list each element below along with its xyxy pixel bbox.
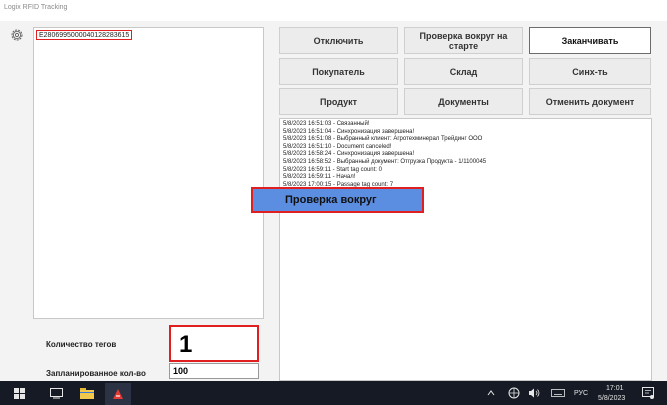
tag-list[interactable]: E2806995000040128283615 xyxy=(33,27,264,319)
planned-quantity-label: Запланированное кол-во xyxy=(46,369,146,378)
title-bar: Logix RFID Tracking xyxy=(0,0,667,21)
notification-icon[interactable] xyxy=(642,387,654,399)
window-title: Logix RFID Tracking xyxy=(4,4,68,11)
sync-button[interactable]: Синх-ть xyxy=(529,58,651,85)
language-indicator[interactable]: РУС xyxy=(574,390,588,397)
taskbar: РУС 17:01 5/8/2023 xyxy=(0,381,667,405)
finish-button[interactable]: Заканчивать xyxy=(529,27,651,54)
product-button[interactable]: Продукт xyxy=(279,88,398,115)
network-icon[interactable] xyxy=(508,387,520,399)
task-view-icon[interactable] xyxy=(50,388,63,399)
taskbar-app-button[interactable] xyxy=(105,383,131,405)
keyboard-icon[interactable] xyxy=(551,389,565,397)
app-window: Logix RFID Tracking E2806995000040128283… xyxy=(0,0,667,381)
warehouse-button[interactable]: Склад xyxy=(404,58,523,85)
tag-count-box: 1 xyxy=(169,325,259,362)
log-line: 5/8/2023 16:51:08 - Выбранный клиент: Аг… xyxy=(283,136,483,143)
clock-date[interactable]: 5/8/2023 xyxy=(598,395,625,402)
log-line: 5/8/2023 16:59:11 - Начал! xyxy=(283,174,356,181)
file-explorer-icon[interactable] xyxy=(80,387,94,399)
disconnect-button[interactable]: Отключить xyxy=(279,27,398,54)
gear-icon[interactable] xyxy=(9,27,25,43)
tag-list-item[interactable]: E2806995000040128283615 xyxy=(36,30,133,40)
log-line: 5/8/2023 16:51:03 - Связанный! xyxy=(283,121,370,127)
tag-count-value: 1 xyxy=(179,331,193,358)
tag-count-panel: Количество тегов 1 Запланированное кол-в… xyxy=(33,319,264,381)
log-line: 5/8/2023 16:58:52 - Выбранный документ: … xyxy=(283,158,487,165)
volume-icon[interactable] xyxy=(528,388,540,398)
log-line: 5/8/2023 16:58:24 - Синхронизация заверш… xyxy=(283,151,415,158)
cancel-document-button[interactable]: Отменить документ xyxy=(529,88,651,115)
log-line: 5/8/2023 16:51:10 - Document canceled! xyxy=(283,143,392,150)
buyer-button[interactable]: Покупатель xyxy=(279,58,398,85)
event-log[interactable]: 5/8/2023 16:51:03 - Связанный! 5/8/2023 … xyxy=(279,118,652,381)
tag-count-label: Количество тегов xyxy=(46,340,117,349)
clock-time[interactable]: 17:01 xyxy=(606,385,624,392)
check-around-button[interactable]: Проверка вокруг xyxy=(251,187,424,213)
documents-button[interactable]: Документы xyxy=(404,88,523,115)
chevron-up-icon[interactable] xyxy=(487,390,495,396)
windows-start-icon[interactable] xyxy=(14,388,25,399)
planned-quantity-input[interactable] xyxy=(169,363,259,379)
app-icon xyxy=(113,389,123,399)
log-line: 5/8/2023 16:59:11 - Start tag count: 0 xyxy=(283,166,382,173)
check-around-start-button[interactable]: Проверка вокруг на старте xyxy=(404,27,523,54)
